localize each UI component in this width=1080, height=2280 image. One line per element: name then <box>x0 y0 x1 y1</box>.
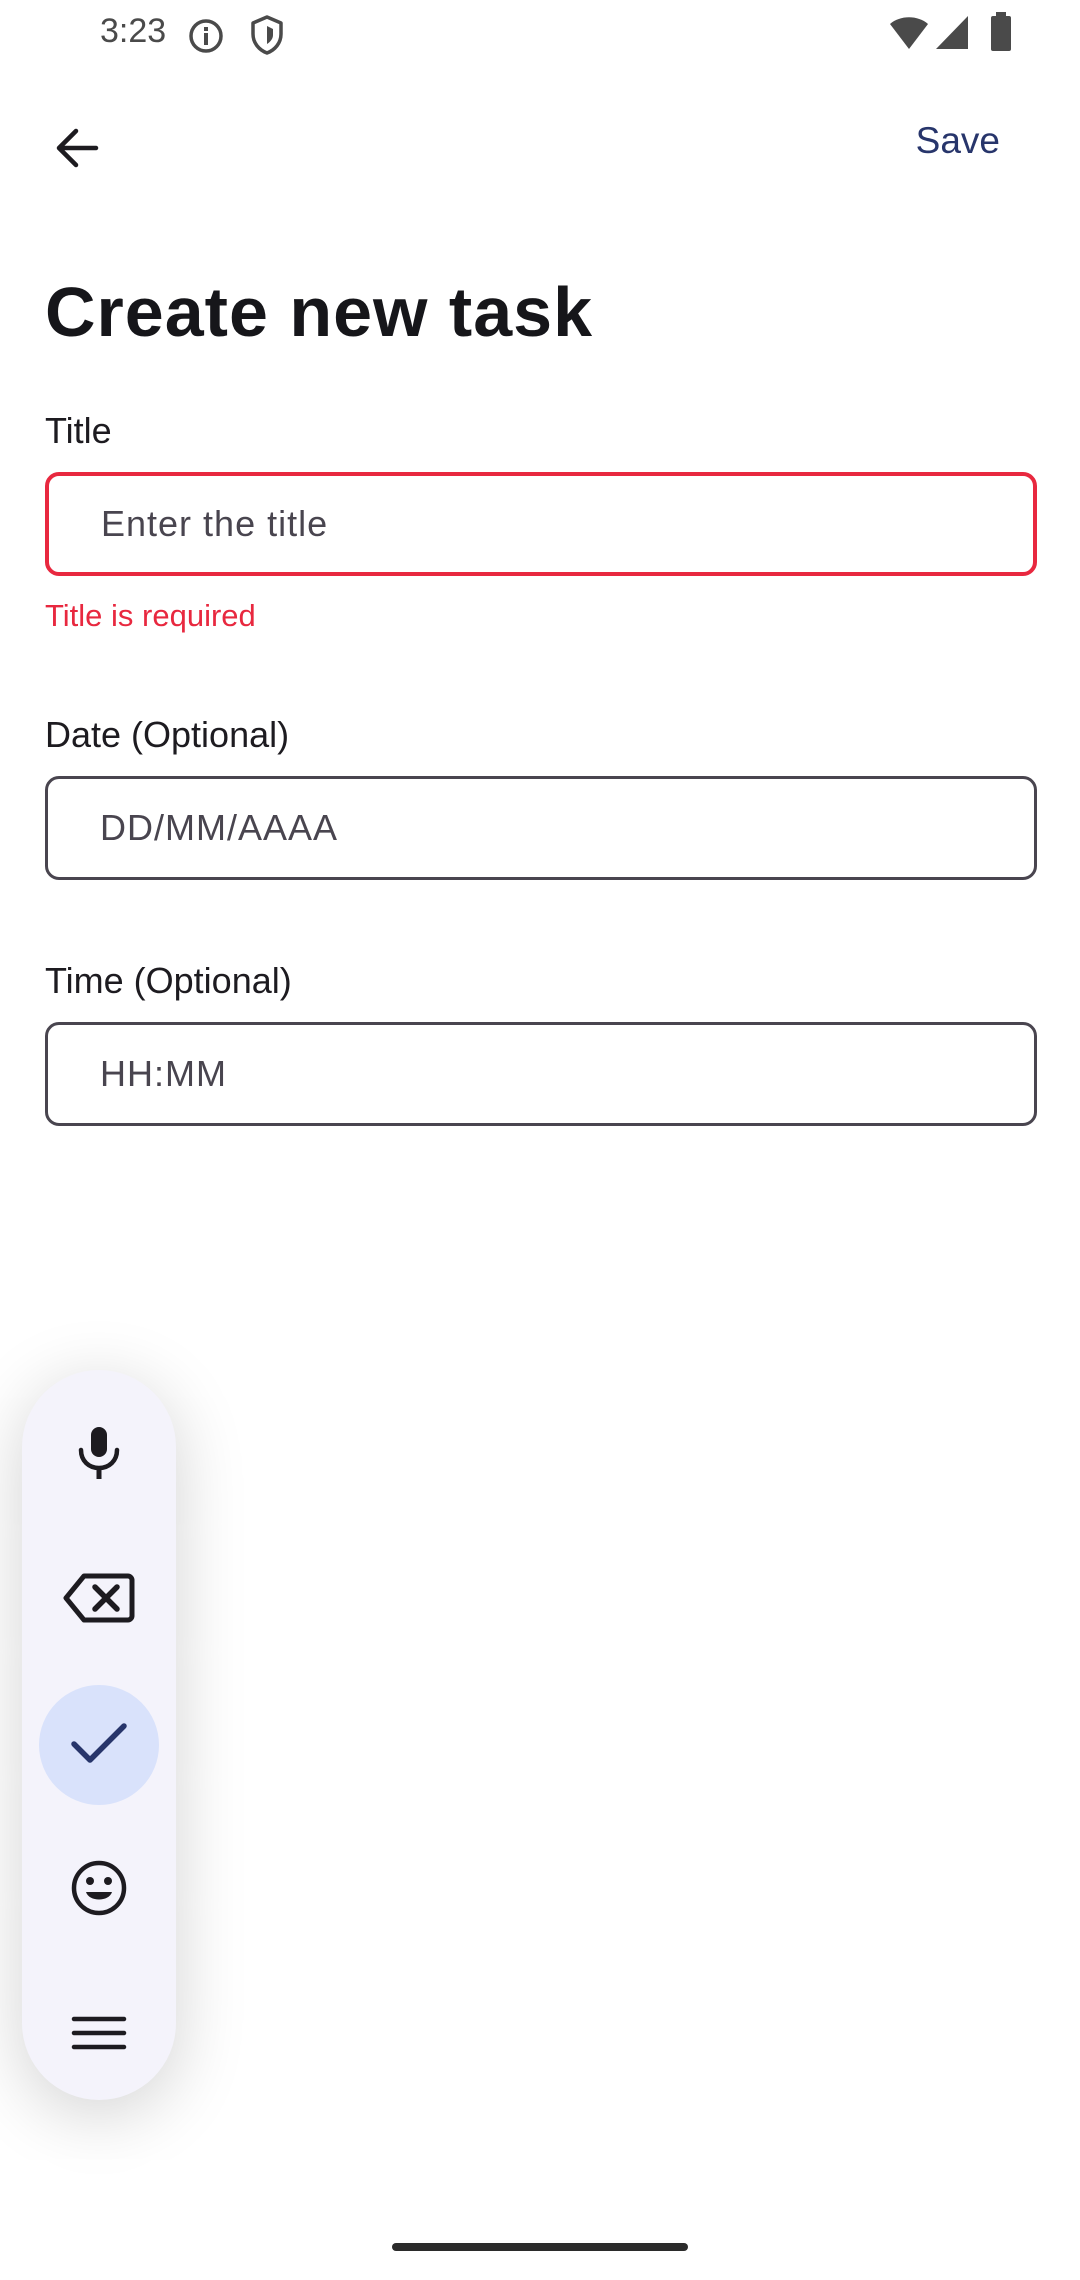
signal-icon <box>934 14 972 57</box>
title-input[interactable]: Enter the title <box>45 472 1037 576</box>
back-button[interactable] <box>36 110 116 190</box>
title-label: Title <box>45 410 112 451</box>
checkmark-icon <box>69 1719 129 1772</box>
wifi-icon <box>888 14 930 57</box>
microphone-icon <box>71 1423 127 1488</box>
done-button[interactable] <box>39 1685 159 1805</box>
back-arrow-icon <box>50 122 102 179</box>
date-label: Date (Optional) <box>45 714 290 755</box>
date-placeholder: DD/MM/AAAA <box>100 807 339 848</box>
menu-icon <box>71 2013 127 2058</box>
shield-icon <box>248 14 286 61</box>
save-button[interactable]: Save <box>916 120 1000 162</box>
info-icon <box>186 16 226 61</box>
backspace-button[interactable] <box>39 1540 159 1660</box>
emoji-icon <box>69 1858 129 1923</box>
time-placeholder: HH:MM <box>100 1053 227 1094</box>
date-input[interactable]: DD/MM/AAAA <box>45 776 1037 880</box>
title-error-message: Title is required <box>45 598 256 633</box>
top-app-bar: Save <box>0 90 1080 200</box>
time-input[interactable]: HH:MM <box>45 1022 1037 1126</box>
backspace-icon <box>62 1570 136 1631</box>
status-time: 3:23 <box>100 12 167 50</box>
time-label: Time (Optional) <box>45 960 292 1001</box>
voice-input-button[interactable] <box>39 1395 159 1515</box>
battery-icon <box>990 12 1012 57</box>
status-bar: 3:23 <box>0 0 1080 66</box>
title-placeholder: Enter the title <box>101 503 329 544</box>
floating-keyboard-toolbar <box>22 1370 176 2100</box>
emoji-button[interactable] <box>39 1830 159 1950</box>
menu-button[interactable] <box>39 1975 159 2095</box>
home-indicator[interactable] <box>392 2243 688 2251</box>
page-title: Create new task <box>45 273 594 351</box>
